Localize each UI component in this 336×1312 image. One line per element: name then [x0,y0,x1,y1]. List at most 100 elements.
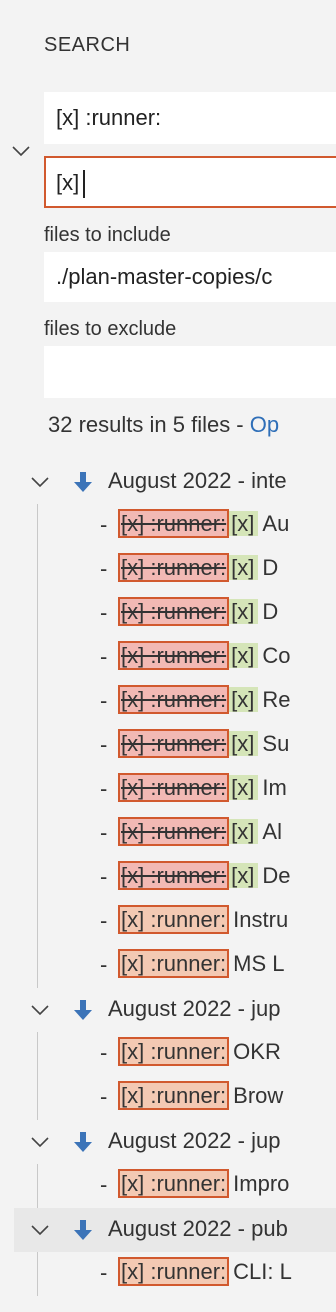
match-removed-text: [x] :runner: [118,861,230,890]
match-content: [x] :runner: Impro [118,1169,289,1199]
match-removed-text: [x] :runner: [118,597,230,626]
match-row[interactable]: - [x] :runner: OKR [0,1032,336,1076]
match-row[interactable]: - [x] :runner: CLI: L [0,1252,336,1296]
match-inserted-text: [x] [229,599,259,624]
match-row[interactable]: - [x] :runner: Instru [0,900,336,944]
match-removed-text: [x] :runner: [118,773,230,802]
open-in-editor-link[interactable]: Op [250,412,279,437]
match-content: [x] :runner: [x] Al [118,817,282,847]
match-highlight-text: [x] :runner: [118,1169,230,1198]
match-row[interactable]: - [x] :runner: [x] Co [0,636,336,680]
tree-indent-guide [37,1032,38,1120]
match-content: [x] :runner: CLI: L [118,1257,292,1287]
match-removed-text: [x] :runner: [118,685,230,714]
match-rest-text: D [262,599,279,624]
match-inserted-text: [x] [229,775,259,800]
match-inserted-text: [x] [229,555,259,580]
match-rest-text: Im [262,775,287,800]
match-rest-text: Su [262,731,290,756]
list-dash: - [100,556,108,581]
list-dash: - [100,864,108,889]
match-row[interactable]: - [x] :runner: MS L [0,944,336,988]
match-row[interactable]: - [x] :runner: [x] Im [0,768,336,812]
match-row[interactable]: - [x] :runner: [x] Su [0,724,336,768]
search-input[interactable]: [x] :runner: [44,92,336,144]
list-dash: - [100,952,108,977]
chevron-down-icon[interactable] [28,998,52,1022]
list-dash: - [100,644,108,669]
file-name: August 2022 - inte [108,468,287,493]
match-inserted-text: [x] [229,643,259,668]
files-to-include-input[interactable]: ./plan-master-copies/c [44,252,336,302]
results-summary-text: 32 results in 5 files - [48,412,250,437]
match-rest-text: De [262,863,291,888]
replace-input[interactable]: [x] [44,156,336,208]
match-row[interactable]: - [x] :runner: Brow [0,1076,336,1120]
match-row[interactable]: - [x] :runner: [x] Al [0,812,336,856]
file-result-row[interactable]: August 2022 - pub [0,1208,336,1252]
panel-title: SEARCH [44,34,131,56]
match-content: [x] :runner: Instru [118,905,288,935]
files-to-exclude-input[interactable] [44,346,336,398]
list-dash: - [100,1040,108,1065]
match-content: [x] :runner: [x] D [118,597,278,627]
files-to-exclude-label: files to exclude [44,318,177,340]
markdown-file-icon [74,472,92,492]
search-input-value: [x] :runner: [56,105,162,130]
files-to-include-label: files to include [44,224,171,246]
match-removed-text: [x] :runner: [118,817,230,846]
match-row[interactable]: - [x] :runner: [x] Re [0,680,336,724]
match-removed-text: [x] :runner: [118,553,230,582]
match-highlight-text: [x] :runner: [118,949,230,978]
match-rest-text: MS L [233,951,285,976]
match-row[interactable]: - [x] :runner: [x] D [0,548,336,592]
replace-input-value: [x] [56,170,80,195]
match-rest-text: CLI: L [233,1259,292,1284]
tree-indent-guide [37,1164,38,1208]
chevron-down-icon[interactable] [28,1130,52,1154]
match-highlight-text: [x] :runner: [118,905,230,934]
match-content: [x] :runner: [x] Re [118,685,291,715]
match-content: [x] :runner: [x] Im [118,773,287,803]
match-removed-text: [x] :runner: [118,509,230,538]
match-content: [x] :runner: [x] D [118,553,278,583]
match-rest-text: Au [262,511,290,536]
list-dash: - [100,1260,108,1285]
match-rest-text: OKR [233,1039,281,1064]
match-inserted-text: [x] [229,731,259,756]
match-content: [x] :runner: [x] Au [118,509,289,539]
match-inserted-text: [x] [229,819,259,844]
file-result-row[interactable]: August 2022 - jup [0,1120,336,1164]
chevron-down-icon[interactable] [28,1218,52,1242]
markdown-file-icon [74,1220,92,1240]
match-row[interactable]: - [x] :runner: [x] Au [0,504,336,548]
match-row[interactable]: - [x] :runner: [x] De [0,856,336,900]
files-to-include-value: ./plan-master-copies/c [56,264,273,289]
match-inserted-text: [x] [229,687,259,712]
markdown-file-icon [74,1000,92,1020]
file-result-row[interactable]: August 2022 - inte [0,460,336,504]
list-dash: - [100,820,108,845]
chevron-down-icon[interactable] [10,140,32,162]
match-rest-text: Brow [233,1083,284,1108]
match-removed-text: [x] :runner: [118,641,230,670]
results-summary: 32 results in 5 files - Op [48,412,279,438]
match-content: [x] :runner: [x] De [118,861,291,891]
match-rest-text: Co [262,643,291,668]
match-rest-text: D [262,555,279,580]
match-inserted-text: [x] [229,863,259,888]
file-name: August 2022 - jup [108,1128,281,1153]
match-row[interactable]: - [x] :runner: [x] D [0,592,336,636]
chevron-down-icon[interactable] [28,470,52,494]
list-dash: - [100,512,108,537]
list-dash: - [100,732,108,757]
list-dash: - [100,1084,108,1109]
match-rest-text: Al [262,819,282,844]
match-rest-text: Re [262,687,291,712]
file-result-row[interactable]: August 2022 - jup [0,988,336,1032]
match-highlight-text: [x] :runner: [118,1257,230,1286]
match-removed-text: [x] :runner: [118,729,230,758]
match-row[interactable]: - [x] :runner: Impro [0,1164,336,1208]
file-name: August 2022 - jup [108,996,281,1021]
file-name: August 2022 - pub [108,1216,288,1241]
